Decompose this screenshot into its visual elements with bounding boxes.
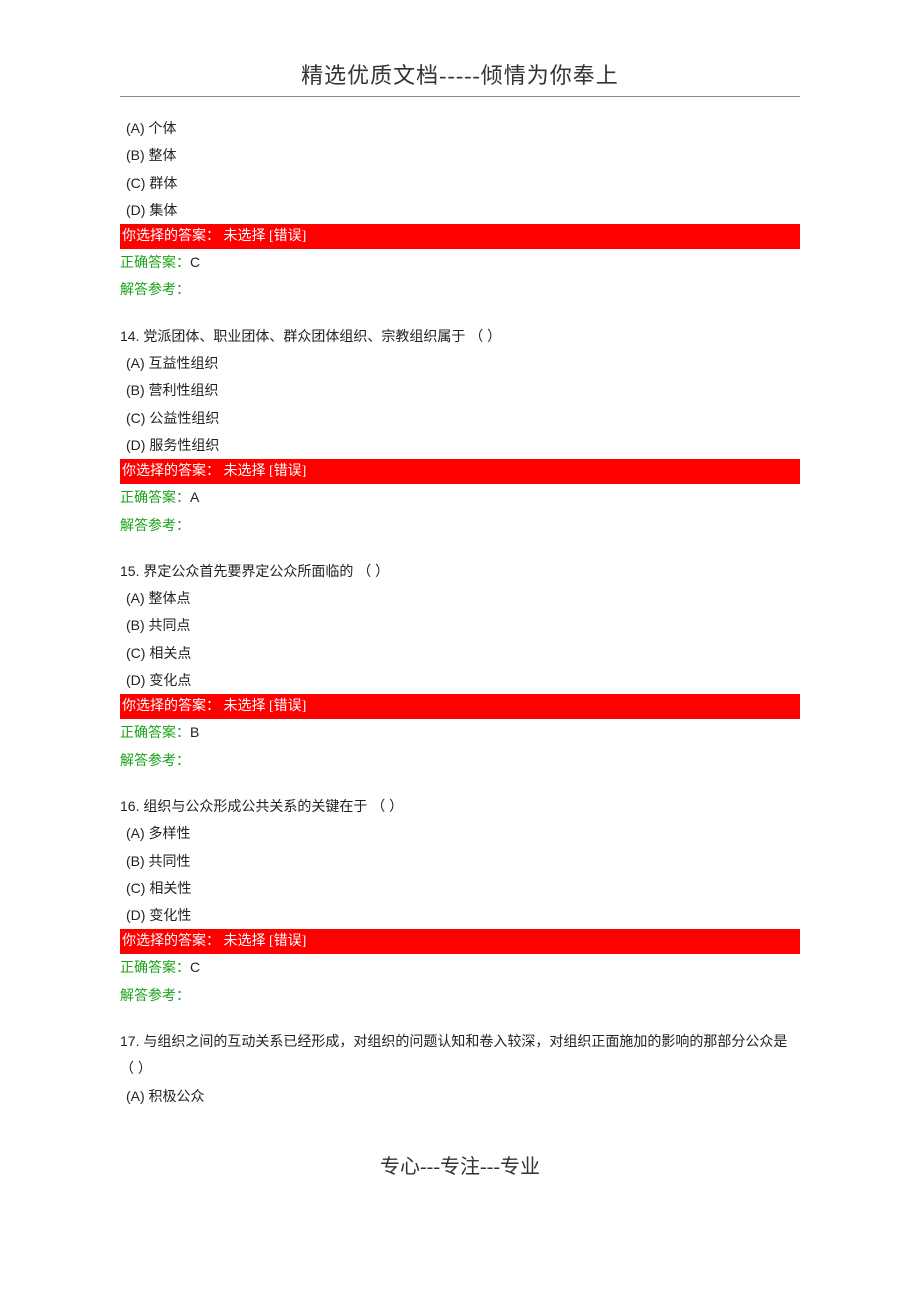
q14-your-answer-bar: 你选择的答案： 未选择 [错误]	[120, 459, 800, 484]
q15-explain: 解答参考：	[120, 748, 800, 775]
q15-option-b: (B) 共同点	[120, 612, 800, 639]
correct-label: 正确答案：	[120, 726, 190, 741]
correct-label: 正确答案：	[120, 256, 190, 271]
q14-stem: 党派团体、职业团体、群众团体组织、宗教组织属于 （ ）	[143, 328, 501, 344]
question-15: 15. 界定公众首先要界定公众所面临的 （ ） (A) 整体点 (B) 共同点 …	[120, 558, 800, 694]
q15-option-a: (A) 整体点	[120, 585, 800, 612]
q17-number: 17.	[120, 1033, 139, 1049]
q13-option-a: (A) 个体	[120, 115, 800, 142]
q15-option-c: (C) 相关点	[120, 640, 800, 667]
q15-text: 15. 界定公众首先要界定公众所面临的 （ ）	[120, 558, 800, 585]
q15-your-answer-bar: 你选择的答案： 未选择 [错误]	[120, 694, 800, 719]
question-17: 17. 与组织之间的互动关系已经形成，对组织的问题认知和卷入较深，对组织正面施加…	[120, 1028, 800, 1110]
q17-option-a: (A) 积极公众	[120, 1083, 800, 1110]
q15-correct-letter: B	[190, 724, 199, 740]
question-14: 14. 党派团体、职业团体、群众团体组织、宗教组织属于 （ ） (A) 互益性组…	[120, 323, 800, 459]
q16-explain: 解答参考：	[120, 983, 800, 1010]
q13-correct-answer: 正确答案：C	[120, 249, 800, 277]
q15-option-d: (D) 变化点	[120, 667, 800, 694]
q14-option-a: (A) 互益性组织	[120, 350, 800, 377]
q16-option-a: (A) 多样性	[120, 820, 800, 847]
q16-correct-letter: C	[190, 959, 200, 975]
q13-option-c: (C) 群体	[120, 170, 800, 197]
q16-number: 16.	[120, 798, 139, 814]
page-container: 精选优质文档-----倾情为你奉上 (A) 个体 (B) 整体 (C) 群体 (…	[0, 0, 920, 1219]
q13-your-answer-bar: 你选择的答案： 未选择 [错误]	[120, 224, 800, 249]
q14-explain: 解答参考：	[120, 513, 800, 540]
q16-option-d: (D) 变化性	[120, 902, 800, 929]
q15-correct-answer: 正确答案：B	[120, 719, 800, 747]
q17-stem: 与组织之间的互动关系已经形成，对组织的问题认知和卷入较深，对组织正面施加的影响的…	[120, 1033, 787, 1076]
q13-option-d: (D) 集体	[120, 197, 800, 224]
q16-your-answer-bar: 你选择的答案： 未选择 [错误]	[120, 929, 800, 954]
q14-number: 14.	[120, 328, 139, 344]
q17-text: 17. 与组织之间的互动关系已经形成，对组织的问题认知和卷入较深，对组织正面施加…	[120, 1028, 800, 1083]
q16-correct-answer: 正确答案：C	[120, 954, 800, 982]
q16-stem: 组织与公众形成公共关系的关键在于 （ ）	[143, 798, 403, 814]
q16-option-b: (B) 共同性	[120, 848, 800, 875]
question-13: (A) 个体 (B) 整体 (C) 群体 (D) 集体	[120, 115, 800, 224]
q15-number: 15.	[120, 563, 139, 579]
question-16: 16. 组织与公众形成公共关系的关键在于 （ ） (A) 多样性 (B) 共同性…	[120, 793, 800, 929]
correct-label: 正确答案：	[120, 491, 190, 506]
correct-label: 正确答案：	[120, 961, 190, 976]
q16-text: 16. 组织与公众形成公共关系的关键在于 （ ）	[120, 793, 800, 820]
q13-correct-letter: C	[190, 254, 200, 270]
q13-explain: 解答参考：	[120, 277, 800, 304]
page-header: 精选优质文档-----倾情为你奉上	[120, 58, 800, 97]
q15-stem: 界定公众首先要界定公众所面临的 （ ）	[143, 563, 389, 579]
page-footer: 专心---专注---专业	[120, 1150, 800, 1179]
q14-option-d: (D) 服务性组织	[120, 432, 800, 459]
q16-option-c: (C) 相关性	[120, 875, 800, 902]
q14-correct-answer: 正确答案：A	[120, 484, 800, 512]
q14-correct-letter: A	[190, 489, 199, 505]
q14-text: 14. 党派团体、职业团体、群众团体组织、宗教组织属于 （ ）	[120, 323, 800, 350]
q14-option-b: (B) 营利性组织	[120, 377, 800, 404]
q13-option-b: (B) 整体	[120, 142, 800, 169]
q14-option-c: (C) 公益性组织	[120, 405, 800, 432]
